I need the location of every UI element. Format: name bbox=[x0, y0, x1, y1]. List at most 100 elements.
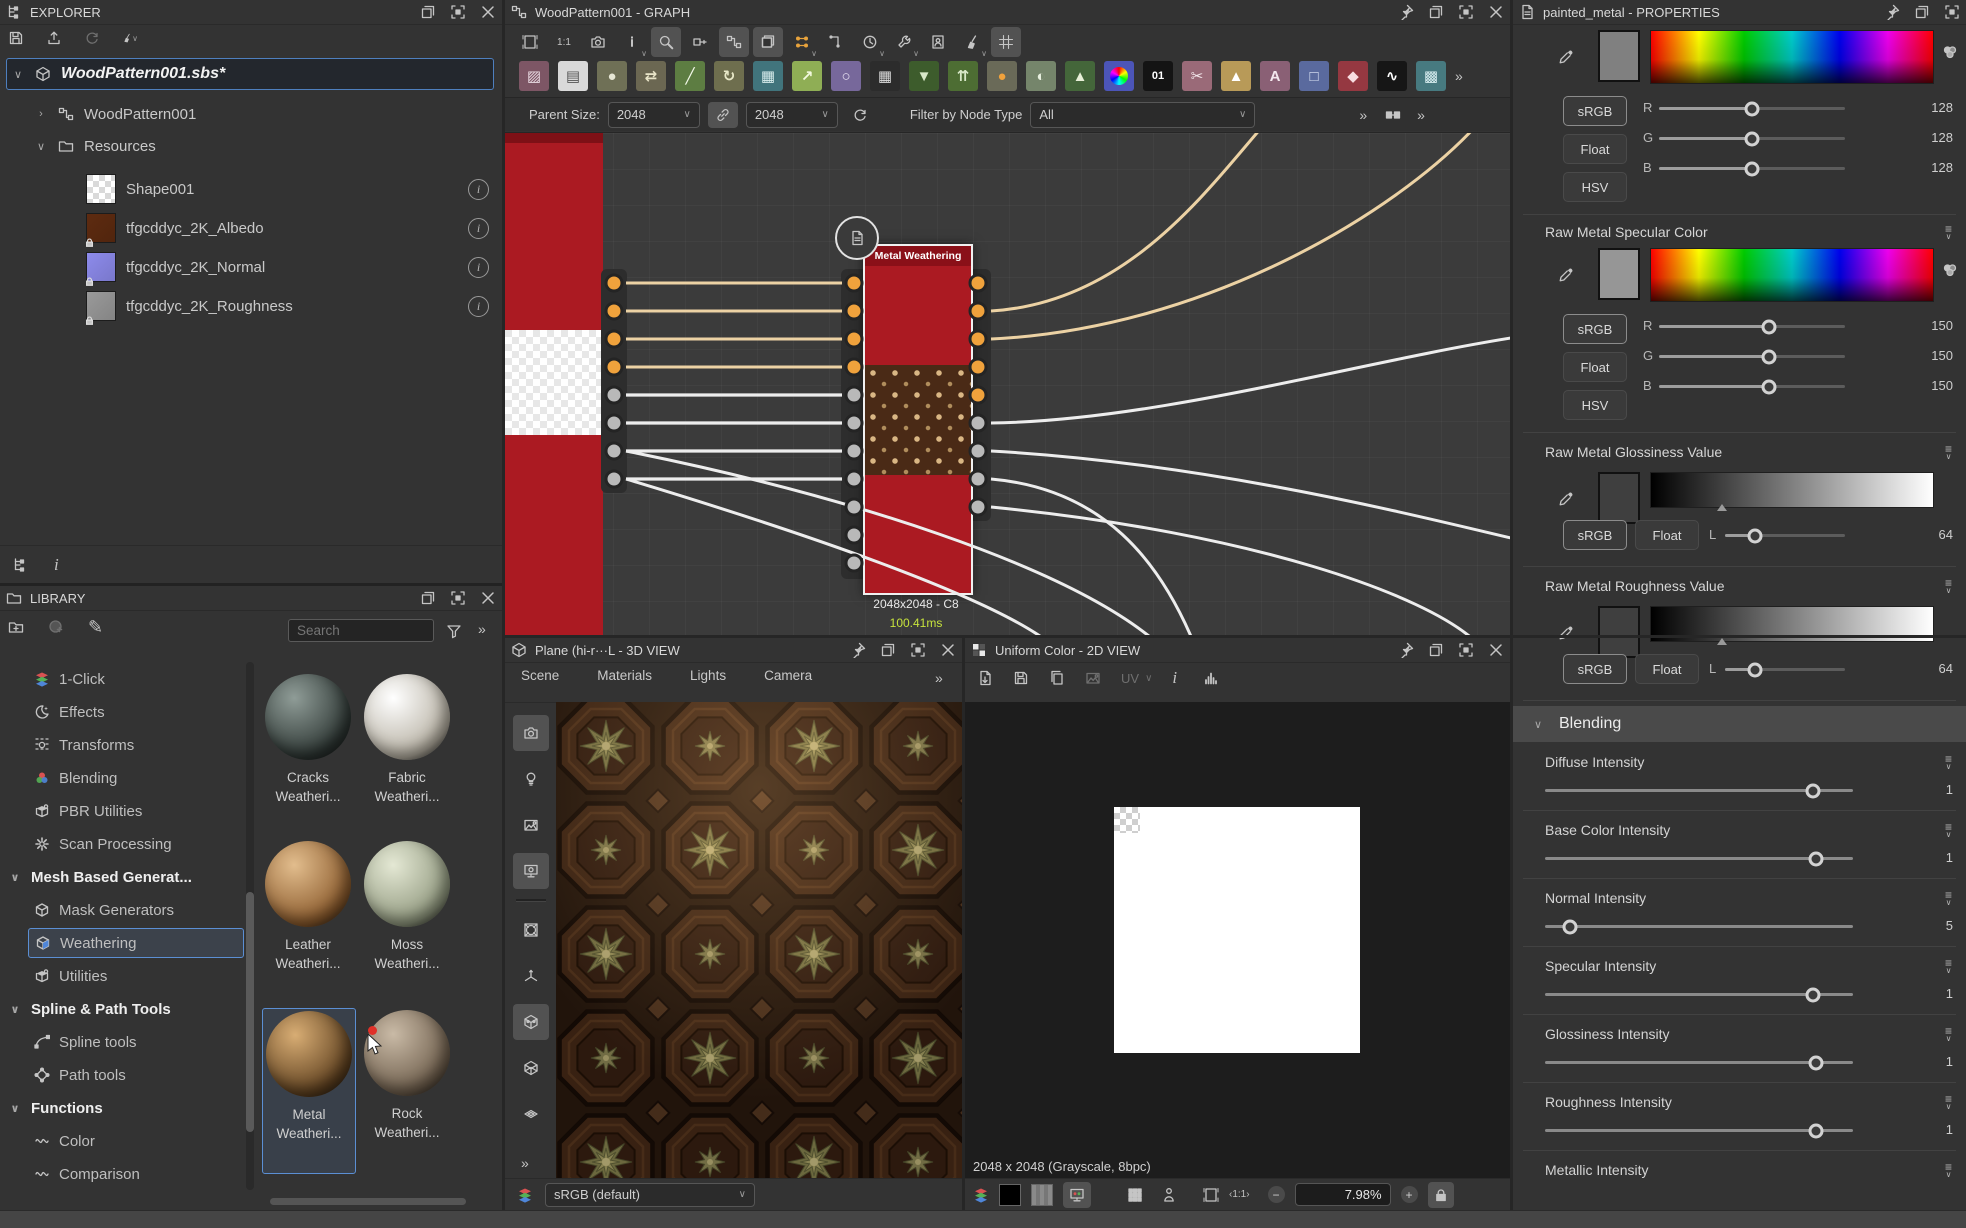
new-filter-button[interactable] bbox=[48, 619, 64, 635]
parent-size-dropdown[interactable]: 2048∨ bbox=[608, 102, 700, 128]
zoom-out-button[interactable]: − bbox=[1268, 1186, 1285, 1203]
sidebar-item-path-tools[interactable]: Path tools bbox=[0, 1060, 244, 1090]
snap-grid-button[interactable] bbox=[991, 27, 1021, 57]
actual-size-button[interactable]: 1:1 bbox=[549, 27, 579, 57]
parameter-menu-icon[interactable]: ≡∨ bbox=[1945, 446, 1952, 460]
tree-item-resources[interactable]: ∨ Resources bbox=[34, 132, 156, 160]
slider-track[interactable] bbox=[1545, 789, 1853, 792]
resource-info-button[interactable]: i bbox=[468, 296, 489, 317]
float-mode-button[interactable]: Float bbox=[1563, 352, 1627, 382]
slider-handle[interactable] bbox=[1745, 161, 1760, 176]
close-icon[interactable] bbox=[1488, 4, 1504, 20]
revert-button-icon[interactable] bbox=[84, 30, 100, 46]
parameter-menu-icon[interactable]: ≡∨ bbox=[1945, 824, 1952, 838]
slider-handle[interactable] bbox=[1805, 987, 1820, 1002]
maximize-window-icon[interactable] bbox=[1458, 4, 1474, 20]
parameter-menu-icon[interactable]: ≡∨ bbox=[1945, 1028, 1952, 1042]
slider-handle[interactable] bbox=[1809, 851, 1824, 866]
slider-track[interactable] bbox=[1659, 107, 1845, 110]
node-size-button[interactable] bbox=[685, 27, 715, 57]
graph-canvas[interactable]: Metal Weathering 2048x2048 - C8 100.41ms bbox=[505, 132, 1510, 635]
srgb-mode-button[interactable]: sRGB bbox=[1563, 654, 1627, 684]
overflow-chevron-icon[interactable]: » bbox=[1359, 108, 1367, 122]
background-pattern-swatch[interactable] bbox=[1031, 1184, 1053, 1206]
screenshot-button[interactable] bbox=[583, 27, 613, 57]
sidebar-item-spline-path-tools[interactable]: ∨Spline & Path Tools bbox=[0, 994, 244, 1024]
overflow-chevron-icon[interactable]: » bbox=[521, 1156, 529, 1170]
curve-node-icon[interactable]: ╱ bbox=[675, 61, 705, 91]
slider-track[interactable] bbox=[1659, 167, 1845, 170]
sidebar-item-spline-tools[interactable]: Spline tools bbox=[0, 1027, 244, 1057]
chevron-down-icon[interactable]: ∨ bbox=[34, 140, 48, 153]
sidebar-item-pbr-utilities[interactable]: PBR Utilities bbox=[0, 796, 244, 826]
color-presets-icon[interactable] bbox=[1942, 44, 1958, 60]
grayscale-node-icon[interactable]: 01 bbox=[1143, 61, 1173, 91]
export-image-icon[interactable] bbox=[977, 670, 993, 686]
close-icon[interactable] bbox=[480, 4, 496, 20]
clean-button[interactable]: ∨ bbox=[957, 27, 987, 57]
overflow-chevron-icon[interactable]: » bbox=[935, 671, 943, 685]
text-node-icon[interactable]: A bbox=[1260, 61, 1290, 91]
color-swatch[interactable] bbox=[1598, 248, 1640, 300]
sidebar-item-transforms[interactable]: Transforms bbox=[0, 730, 244, 760]
node-metal-weathering[interactable]: Metal Weathering bbox=[863, 244, 973, 595]
size-dropdown[interactable]: 2048∨ bbox=[746, 102, 838, 128]
background-image-icon[interactable] bbox=[1085, 670, 1101, 686]
close-icon[interactable] bbox=[480, 590, 496, 606]
transform-node-icon[interactable]: □ bbox=[1299, 61, 1329, 91]
filter-node-dropdown[interactable]: All∨ bbox=[1030, 102, 1255, 128]
show-connections-button[interactable]: ∨ bbox=[787, 27, 817, 57]
pin-icon[interactable] bbox=[850, 642, 866, 658]
view3d-viewport[interactable] bbox=[556, 702, 962, 1178]
slider-handle[interactable] bbox=[1805, 783, 1820, 798]
sidebar-item-blending[interactable]: Blending bbox=[0, 763, 244, 793]
panel-divider[interactable] bbox=[962, 638, 965, 1210]
copy-image-icon[interactable] bbox=[1049, 670, 1065, 686]
resource-item-tfgcddyc-2k-normal[interactable]: tfgcddyc_2K_Normali bbox=[86, 250, 486, 284]
ground-plane-button[interactable] bbox=[513, 1096, 549, 1132]
search-button[interactable] bbox=[651, 27, 681, 57]
slider-track[interactable] bbox=[1545, 1129, 1853, 1132]
flood-fill-node-icon[interactable]: ◆ bbox=[1338, 61, 1368, 91]
color-swatch[interactable] bbox=[1598, 30, 1640, 82]
parameter-menu-icon[interactable]: ≡∨ bbox=[1945, 1096, 1952, 1110]
channel-value[interactable]: 150 bbox=[1905, 378, 1953, 393]
library-scrollbar-track[interactable] bbox=[246, 662, 254, 1190]
colorspace-layers-icon[interactable] bbox=[973, 1187, 989, 1203]
eyedropper-button[interactable] bbox=[1549, 256, 1583, 294]
parameter-value[interactable]: 1 bbox=[1905, 1122, 1953, 1137]
export-button-icon[interactable] bbox=[46, 30, 62, 46]
hue-gradient-bar[interactable] bbox=[1650, 248, 1934, 302]
float-mode-button[interactable]: Float bbox=[1635, 520, 1699, 550]
menu-materials[interactable]: Materials bbox=[595, 668, 654, 683]
link-size-button[interactable] bbox=[708, 102, 738, 128]
channel-value[interactable]: 64 bbox=[1905, 527, 1953, 542]
camera-view-button[interactable] bbox=[513, 715, 549, 751]
frame-view-button[interactable] bbox=[515, 27, 545, 57]
pin-icon[interactable] bbox=[1398, 642, 1414, 658]
float-window-icon[interactable] bbox=[420, 590, 436, 606]
sidebar-item-1-click[interactable]: 1-Click bbox=[0, 664, 244, 694]
chevron-down-icon[interactable]: ∨ bbox=[11, 68, 25, 81]
bitmap-node-icon[interactable]: ▨ bbox=[519, 61, 549, 91]
parameter-menu-icon[interactable]: ≡∨ bbox=[1945, 756, 1952, 770]
shape-node-icon[interactable]: ○ bbox=[831, 61, 861, 91]
tiling-icon[interactable] bbox=[1127, 1187, 1143, 1203]
scatter-node-icon[interactable]: ⇈ bbox=[948, 61, 978, 91]
slider-track[interactable] bbox=[1659, 325, 1845, 328]
pin-icon[interactable] bbox=[1398, 4, 1414, 20]
channel-value[interactable]: 150 bbox=[1905, 318, 1953, 333]
sidebar-item-mesh-based-generat[interactable]: ∨Mesh Based Generat... bbox=[0, 862, 244, 892]
zoom-in-button[interactable]: + bbox=[1401, 1186, 1418, 1203]
slider-handle[interactable] bbox=[1809, 1123, 1824, 1138]
maximize-window-icon[interactable] bbox=[910, 642, 926, 658]
channel-value[interactable]: 128 bbox=[1905, 160, 1953, 175]
library-item-metal[interactable]: MetalWeatheri... bbox=[262, 1008, 356, 1174]
overflow-chevron-icon[interactable]: » bbox=[1455, 69, 1463, 83]
lights-button[interactable] bbox=[513, 761, 549, 797]
library-scrollbar-thumb[interactable] bbox=[246, 892, 254, 1132]
srgb-mode-button[interactable]: sRGB bbox=[1563, 96, 1627, 126]
translate-button[interactable] bbox=[513, 958, 549, 994]
hsv-mode-button[interactable]: HSV bbox=[1563, 390, 1627, 420]
panel-divider[interactable] bbox=[502, 0, 505, 1210]
